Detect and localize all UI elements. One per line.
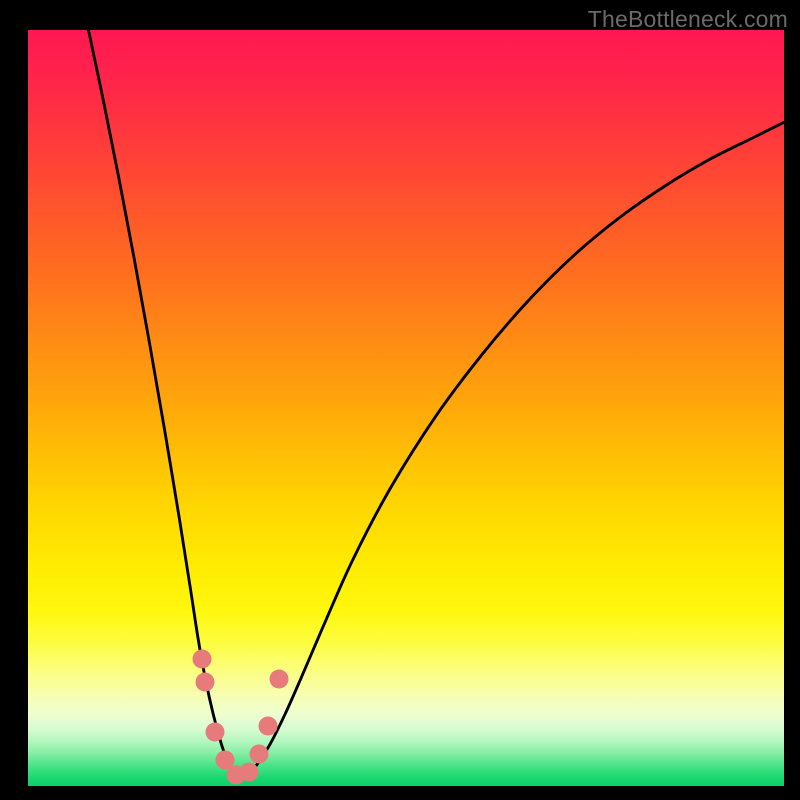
highlight-marker bbox=[269, 669, 288, 688]
highlight-marker bbox=[205, 722, 224, 741]
marker-layer bbox=[28, 30, 784, 786]
watermark-text: TheBottleneck.com bbox=[588, 6, 788, 33]
highlight-marker bbox=[192, 649, 211, 668]
plot-inner bbox=[28, 30, 784, 786]
chart-stage: TheBottleneck.com bbox=[0, 0, 800, 800]
plot-frame bbox=[28, 30, 784, 786]
highlight-marker bbox=[249, 745, 268, 764]
highlight-marker bbox=[195, 672, 214, 691]
highlight-marker bbox=[239, 763, 258, 782]
highlight-marker bbox=[259, 716, 278, 735]
